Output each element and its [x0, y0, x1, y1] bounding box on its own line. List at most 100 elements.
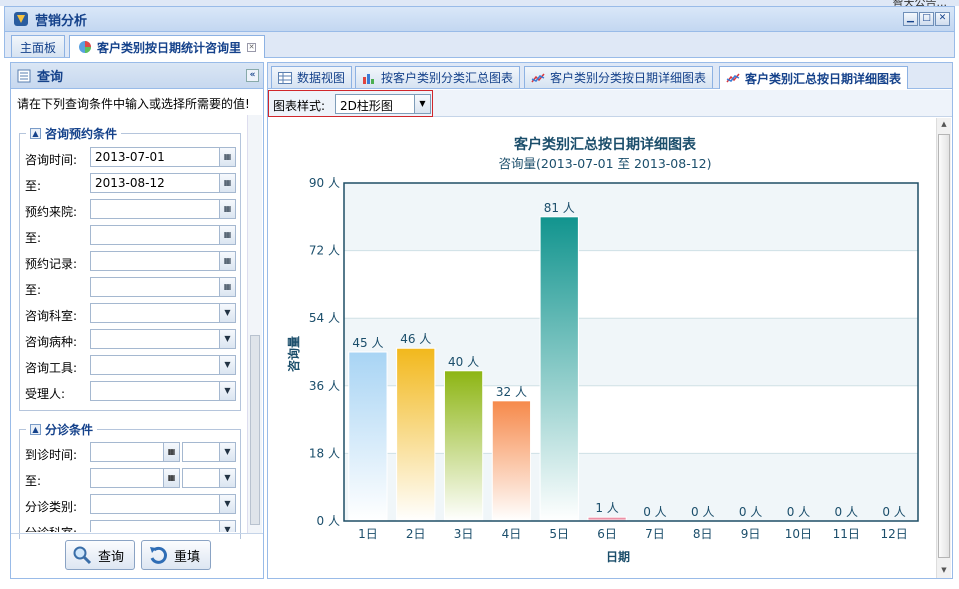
tab-label: 主面板	[20, 41, 57, 55]
line-chart-icon	[531, 73, 545, 82]
appointment-record-input[interactable]	[90, 251, 220, 271]
tab-category-date-detail-chart[interactable]: 客户类别分类按日期详细图表	[524, 66, 714, 88]
field-appointment-record-to: 至: ▦	[25, 277, 237, 299]
query-button[interactable]: 查询	[65, 540, 135, 570]
bar-value-label: 0 人	[835, 505, 858, 519]
field-consult-department: 咨询科室: ▼	[25, 303, 237, 325]
bar-2日[interactable]	[396, 347, 436, 522]
chevron-down-icon[interactable]: ▼	[219, 355, 236, 375]
chevron-down-icon[interactable]: ▼	[219, 520, 236, 532]
tab-main-panel[interactable]: 主面板	[11, 35, 66, 57]
scroll-down-icon[interactable]: ▼	[939, 566, 949, 576]
chevron-down-icon[interactable]: ▼	[219, 468, 236, 488]
chart-style-select[interactable]: 2D柱形图	[335, 94, 415, 114]
bar-value-label: 40 人	[448, 355, 479, 369]
field-visit-time-to: 至: ▦ ▼	[25, 468, 237, 490]
collapse-section-icon[interactable]: ▲	[30, 128, 41, 139]
report-panel: 数据视图 按客户类别分类汇总图表 客户类别分类按日期详细图表 客户类别汇总按日期…	[267, 62, 953, 579]
chart-toolbar: 图表样式: 2D柱形图 ▼	[268, 90, 433, 117]
x-tick-label: 12日	[880, 527, 907, 541]
reset-button[interactable]: 重填	[141, 540, 211, 570]
x-tick-label: 2日	[406, 527, 426, 541]
calendar-icon[interactable]: ▦	[219, 199, 236, 219]
query-panel-scrollbar[interactable]	[247, 115, 262, 533]
y-tick-label: 54 人	[309, 311, 340, 325]
x-tick-label: 3日	[454, 527, 474, 541]
visit-time-to-hour-input[interactable]	[182, 468, 220, 488]
chevron-down-icon[interactable]: ▼	[414, 94, 431, 114]
triage-category-select[interactable]	[90, 494, 220, 514]
x-tick-label: 10日	[785, 527, 812, 541]
handler-select[interactable]	[90, 381, 220, 401]
triage-department-select[interactable]	[90, 520, 220, 532]
field-appointment-record: 预约记录: ▦	[25, 251, 237, 273]
maximize-button[interactable]: □	[919, 12, 934, 26]
bar-1日[interactable]	[348, 351, 388, 522]
consult-tool-select[interactable]	[90, 355, 220, 375]
appointment-visit-to-input[interactable]	[90, 225, 220, 245]
tab-category-summary-chart[interactable]: 按客户类别分类汇总图表	[355, 66, 521, 88]
tab-summary-date-detail-chart[interactable]: 客户类别汇总按日期详细图表	[719, 66, 909, 89]
y-axis-ticks: 0 人 18 人 36 人 54 人 72 人 90 人	[309, 176, 340, 528]
report-scrollbar[interactable]: ▲ ▼	[936, 118, 951, 578]
minimize-button[interactable]: ▁	[903, 12, 918, 26]
chevron-down-icon[interactable]: ▼	[219, 303, 236, 323]
calendar-icon[interactable]: ▦	[219, 173, 236, 193]
field-consult-tool: 咨询工具: ▼	[25, 355, 237, 377]
bar-value-label: 0 人	[643, 505, 666, 519]
calendar-icon[interactable]: ▦	[219, 147, 236, 167]
calendar-icon[interactable]: ▦	[219, 225, 236, 245]
bar-value-label: 81 人	[544, 201, 575, 215]
divider	[11, 533, 263, 534]
fieldset-consult-appointment: ▲ 咨询预约条件 咨询时间: 2013-07-01 ▦ 至: 2013-08-1…	[19, 125, 241, 411]
main-tab-bar: 主面板 客户类别按日期统计咨询里 ✕	[4, 32, 955, 58]
x-tick-label: 5日	[549, 527, 569, 541]
appointment-visit-input[interactable]	[90, 199, 220, 219]
bar-4日[interactable]	[491, 400, 532, 522]
line-chart-icon	[726, 73, 740, 83]
chevron-down-icon[interactable]: ▼	[219, 329, 236, 349]
report-tab-bar: 数据视图 按客户类别分类汇总图表 客户类别分类按日期详细图表 客户类别汇总按日期…	[268, 63, 952, 89]
query-instruction: 请在下列查询条件中输入或选择所需要的值!	[17, 97, 250, 111]
calendar-icon[interactable]: ▦	[219, 277, 236, 297]
field-consult-disease: 咨询病种: ▼	[25, 329, 237, 351]
consult-time-to-input[interactable]: 2013-08-12	[90, 173, 220, 193]
tab-data-view[interactable]: 数据视图	[271, 66, 353, 88]
consult-time-input[interactable]: 2013-07-01	[90, 147, 220, 167]
plot-band	[344, 183, 918, 251]
close-button[interactable]: ✕	[935, 12, 950, 26]
chevron-down-icon[interactable]: ▼	[219, 442, 236, 462]
scroll-up-icon[interactable]: ▲	[939, 120, 949, 130]
visit-time-date-input[interactable]	[90, 442, 164, 462]
visit-time-hour-input[interactable]	[182, 442, 220, 462]
calendar-icon[interactable]: ▦	[163, 442, 180, 462]
field-appointment-visit: 预约来院: ▦	[25, 199, 237, 221]
bar-value-label: 1 人	[595, 501, 618, 515]
reset-button-label: 重填	[174, 549, 201, 565]
bar-value-label: 0 人	[691, 505, 714, 519]
chevron-down-icon[interactable]: ▼	[219, 381, 236, 401]
consult-disease-select[interactable]	[90, 329, 220, 349]
consult-department-select[interactable]	[90, 303, 220, 323]
chevron-down-icon[interactable]: ▼	[219, 494, 236, 514]
bar-value-label: 32 人	[496, 385, 527, 399]
appointment-record-to-input[interactable]	[90, 277, 220, 297]
bar-value-label: 46 人	[400, 332, 431, 346]
window-titlebar: 营销分析 ▁ □ ✕	[4, 6, 955, 32]
bar-chart: 客户类别汇总按日期详细图表 咨询量(2013-07-01 至 2013-08-1…	[286, 136, 919, 564]
visit-time-to-date-input[interactable]	[90, 468, 164, 488]
tab-customer-category-report[interactable]: 客户类别按日期统计咨询里 ✕	[69, 35, 266, 58]
bar-5日[interactable]	[539, 216, 579, 522]
field-triage-department: 分诊科室: ▼	[25, 520, 237, 532]
collapse-section-icon[interactable]: ▲	[30, 424, 41, 435]
scrollbar-thumb[interactable]	[250, 335, 260, 525]
query-panel-title: 查询	[37, 70, 64, 85]
collapse-panel-icon[interactable]: «	[246, 69, 259, 82]
bar-3日[interactable]	[443, 370, 484, 522]
x-tick-label: 7日	[645, 527, 665, 541]
calendar-icon[interactable]: ▦	[163, 468, 180, 488]
tab-close-icon[interactable]: ✕	[247, 42, 257, 52]
bar-chart-icon	[363, 73, 374, 84]
calendar-icon[interactable]: ▦	[219, 251, 236, 271]
scrollbar-thumb[interactable]	[938, 134, 950, 558]
